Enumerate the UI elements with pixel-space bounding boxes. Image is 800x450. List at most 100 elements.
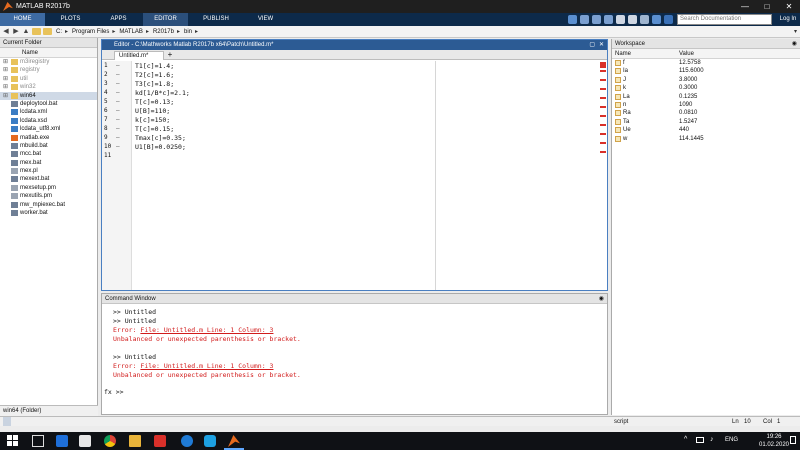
chrome-icon[interactable] (104, 435, 116, 447)
error-indicator-icon[interactable] (600, 62, 606, 68)
file-list-item[interactable]: ⊞ registry (0, 66, 97, 74)
forward-icon[interactable]: ▶ (12, 28, 20, 36)
tab-untitled[interactable]: Untitled.m* (114, 51, 164, 60)
back-icon[interactable]: ◀ (2, 28, 10, 36)
file-list-item[interactable]: mexutils.pm (0, 192, 97, 200)
breadcrumb-program-files[interactable]: Program Files (72, 29, 109, 35)
file-list-item[interactable]: ⊞ win32 (0, 83, 97, 91)
file-list-item[interactable]: matlab.exe (0, 134, 97, 142)
code-line[interactable]: Tmax[c]=0.35; (135, 134, 186, 142)
breadcrumb-drive[interactable]: C: (56, 29, 62, 35)
language-indicator[interactable]: ENG (725, 437, 738, 443)
file-list-item[interactable]: mex.pl (0, 167, 97, 175)
workspace-variable-row[interactable]: Ta 1.5247 (612, 118, 800, 126)
file-list-item[interactable]: ⊞ m3iregistry (0, 58, 97, 66)
teamviewer-icon[interactable] (204, 435, 216, 447)
workspace-variable-row[interactable]: n 1090 (612, 101, 800, 109)
search-documentation-input[interactable]: Search Documentation (677, 14, 772, 25)
tab-view[interactable]: VIEW (243, 13, 288, 26)
editor-maximize-icon[interactable]: ▢ (589, 40, 595, 50)
file-list-item[interactable]: mex.bat (0, 159, 97, 167)
tab-home[interactable]: HOME (0, 13, 45, 26)
file-list-item[interactable]: mw_mpiexec.bat (0, 201, 97, 209)
breakpoint-slot[interactable]: – (116, 71, 120, 78)
ws-name-header[interactable]: Name (615, 49, 631, 59)
workspace-options-icon[interactable]: ◉ (792, 39, 797, 49)
matlab-taskbar-icon[interactable] (228, 435, 240, 447)
breakpoint-slot[interactable]: – (116, 116, 120, 123)
tab-plots[interactable]: PLOTS (48, 13, 93, 26)
file-list-item[interactable]: deploytool.bat (0, 100, 97, 108)
ws-value-header[interactable]: Value (679, 49, 694, 59)
tab-editor[interactable]: EDITOR (143, 13, 188, 26)
workspace-variable-row[interactable]: f 12.5758 (612, 59, 800, 67)
volume-icon[interactable]: ♪ (710, 436, 714, 443)
workspace-variable-row[interactable]: J 3.8000 (612, 76, 800, 84)
expand-icon[interactable]: ⊞ (3, 92, 8, 100)
error-marker[interactable] (600, 88, 606, 90)
tray-chevron-icon[interactable]: ^ (684, 436, 687, 443)
file-list-item[interactable]: mbuild.bat (0, 142, 97, 150)
documents-icon[interactable] (79, 435, 91, 447)
workspace-variable-row[interactable]: Ia 115.6000 (612, 67, 800, 75)
file-list-item[interactable]: ⊞ util (0, 75, 97, 83)
expand-icon[interactable]: ⊞ (3, 75, 8, 83)
breakpoint-slot[interactable]: – (116, 89, 120, 96)
breadcrumb-bin[interactable]: bin (184, 29, 192, 35)
file-list-item[interactable]: lcdata.xml (0, 108, 97, 116)
breadcrumb-matlab[interactable]: MATLAB (119, 29, 143, 35)
expand-icon[interactable]: ⊞ (3, 58, 8, 66)
file-list-item[interactable]: worker.bat (0, 209, 97, 217)
address-dropdown-icon[interactable]: ▾ (794, 28, 797, 35)
copy-icon[interactable] (592, 15, 601, 24)
quick-access-icon[interactable] (664, 15, 673, 24)
minimize-button[interactable]: — (734, 0, 756, 13)
error-marker[interactable] (600, 124, 606, 126)
up-folder-icon[interactable]: ▲ (22, 28, 30, 36)
error-marker[interactable] (600, 142, 606, 144)
error-marker[interactable] (600, 97, 606, 99)
code-line[interactable]: T2[c]=1.6; (135, 71, 174, 79)
error-marker[interactable] (600, 106, 606, 108)
expand-icon[interactable]: ⊞ (3, 66, 8, 74)
paste-icon[interactable] (604, 15, 613, 24)
error-file-link[interactable]: File: Untitled.m Line: 1 Column: 3 (140, 362, 273, 370)
search-folder-icon[interactable] (43, 28, 52, 35)
error-marker[interactable] (600, 151, 606, 153)
file-list-item[interactable]: mexext.bat (0, 175, 97, 183)
file-explorer-icon[interactable] (129, 435, 141, 447)
network-icon[interactable] (696, 437, 704, 443)
file-list-item[interactable]: ⊞ win64 (0, 91, 97, 100)
redo-icon[interactable] (628, 15, 637, 24)
new-tab-icon[interactable]: + (165, 51, 175, 60)
code-line[interactable]: T3[c]=1.8; (135, 80, 174, 88)
expand-icon[interactable]: ⊞ (3, 83, 8, 91)
workspace-variable-row[interactable]: w 114.1445 (612, 135, 800, 143)
breakpoint-slot[interactable]: – (116, 98, 120, 105)
workspace-variable-row[interactable]: Ue 440 (612, 126, 800, 134)
command-prompt[interactable]: fx >> (104, 388, 124, 396)
start-icon[interactable] (7, 435, 18, 446)
code-line[interactable]: T[c]=0.15; (135, 125, 174, 133)
workspace-variable-row[interactable]: k 0.3000 (612, 84, 800, 92)
mail-icon[interactable] (56, 435, 68, 447)
breakpoint-slot[interactable]: – (116, 143, 120, 150)
task-view-icon[interactable] (32, 435, 44, 447)
tab-apps[interactable]: APPS (96, 13, 141, 26)
editor-close-icon[interactable]: ✕ (599, 40, 604, 50)
breakpoint-slot[interactable]: – (116, 134, 120, 141)
name-column-header[interactable]: Name (0, 48, 97, 58)
file-list-item[interactable]: mcc.bat (0, 150, 97, 158)
breakpoint-slot[interactable]: – (116, 62, 120, 69)
help-icon[interactable] (652, 15, 661, 24)
pdf-reader-icon[interactable] (154, 435, 166, 447)
breakpoint-slot[interactable]: – (116, 125, 120, 132)
tab-publish[interactable]: PUBLISH (192, 13, 240, 26)
breadcrumb-r2017b[interactable]: R2017b (153, 29, 174, 35)
breakpoint-slot[interactable]: – (116, 107, 120, 114)
switch-windows-icon[interactable] (640, 15, 649, 24)
undo-icon[interactable] (616, 15, 625, 24)
log-in-button[interactable]: Log In (776, 13, 800, 26)
code-line[interactable]: U[B]=110; (135, 107, 170, 115)
code-line[interactable]: U1[B]=0.0250; (135, 143, 186, 151)
